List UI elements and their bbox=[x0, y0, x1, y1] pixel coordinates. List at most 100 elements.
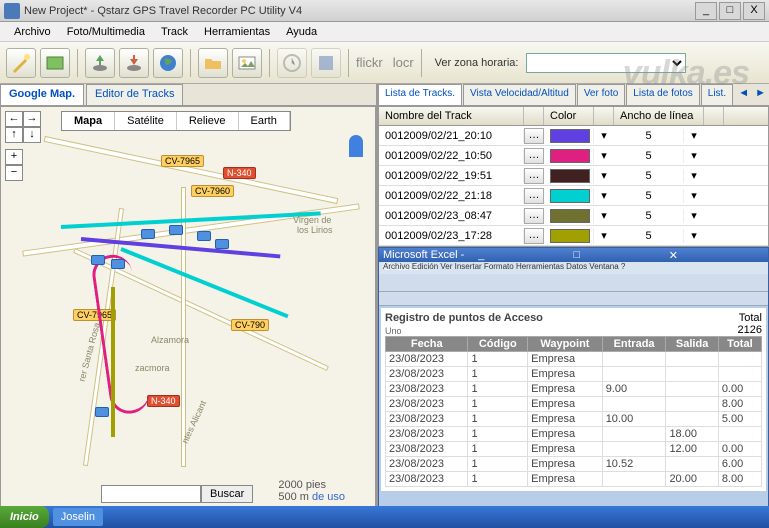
tab-scroll-right[interactable]: ► bbox=[752, 84, 769, 105]
excel-min-icon[interactable]: _ bbox=[478, 249, 573, 261]
tool-map-icon[interactable] bbox=[40, 48, 70, 78]
map-area[interactable]: CV-7965 CV-7965 CV-7960 N-340 N-340 CV-7… bbox=[0, 106, 376, 508]
table-row[interactable]: 0012009/02/23_08:47 … ▾ 5 ▾ bbox=[379, 206, 768, 226]
locr-link[interactable]: locr bbox=[393, 55, 414, 70]
track-options-button[interactable]: … bbox=[524, 208, 544, 224]
color-dropdown[interactable]: ▾ bbox=[594, 129, 614, 142]
tool-save-icon[interactable] bbox=[311, 48, 341, 78]
table-row[interactable]: 0012009/02/23_17:28 … ▾ 5 ▾ bbox=[379, 226, 768, 246]
pan-right-button[interactable]: → bbox=[23, 111, 41, 127]
menu-ayuda[interactable]: Ayuda bbox=[278, 24, 325, 40]
excel-toolbar[interactable] bbox=[379, 274, 768, 292]
excel-col-header[interactable]: Waypoint bbox=[528, 337, 603, 352]
menu-archivo[interactable]: Archivo bbox=[6, 24, 59, 40]
tool-photo-icon[interactable] bbox=[232, 48, 262, 78]
table-row[interactable]: 0012009/02/22_10:50 … ▾ 5 ▾ bbox=[379, 146, 768, 166]
excel-row[interactable]: 23/08/20231Empresa10.526.00 bbox=[386, 457, 762, 472]
track-options-button[interactable]: … bbox=[524, 228, 544, 244]
width-dropdown[interactable]: ▾ bbox=[684, 229, 704, 242]
color-dropdown[interactable]: ▾ bbox=[594, 209, 614, 222]
color-swatch[interactable] bbox=[550, 209, 590, 223]
excel-col-header[interactable]: Total bbox=[718, 337, 761, 352]
excel-row[interactable]: 23/08/20231Empresa8.00 bbox=[386, 397, 762, 412]
pan-up-button[interactable]: ↑ bbox=[5, 127, 23, 143]
col-color[interactable]: Color bbox=[544, 107, 594, 125]
menu-herramientas[interactable]: Herramientas bbox=[196, 24, 278, 40]
color-swatch[interactable] bbox=[550, 149, 590, 163]
excel-row[interactable]: 23/08/20231Empresa20.008.00 bbox=[386, 472, 762, 487]
start-button[interactable]: Inicio bbox=[0, 506, 49, 528]
menu-track[interactable]: Track bbox=[153, 24, 196, 40]
excel-col-header[interactable]: Entrada bbox=[602, 337, 666, 352]
width-dropdown[interactable]: ▾ bbox=[684, 129, 704, 142]
maptype-earth[interactable]: Earth bbox=[239, 112, 290, 130]
timezone-select[interactable] bbox=[526, 53, 686, 73]
maximize-button[interactable]: □ bbox=[719, 2, 741, 20]
tool-download-icon[interactable] bbox=[85, 48, 115, 78]
color-swatch[interactable] bbox=[550, 189, 590, 203]
excel-close-icon[interactable]: ✕ bbox=[669, 249, 764, 261]
zoom-in-button[interactable]: + bbox=[5, 149, 23, 165]
map-search-button[interactable]: Buscar bbox=[201, 485, 253, 503]
map-marker-icon[interactable] bbox=[349, 135, 363, 157]
maptype-mapa[interactable]: Mapa bbox=[62, 112, 115, 130]
width-dropdown[interactable]: ▾ bbox=[684, 149, 704, 162]
excel-row[interactable]: 23/08/20231Empresa12.000.00 bbox=[386, 442, 762, 457]
color-swatch[interactable] bbox=[550, 129, 590, 143]
excel-max-icon[interactable]: □ bbox=[574, 249, 669, 261]
tab-vista-velocidad[interactable]: Vista Velocidad/Altitud bbox=[463, 84, 576, 105]
tab-ver-foto[interactable]: Ver foto bbox=[577, 84, 625, 105]
tab-google-map[interactable]: Google Map. bbox=[0, 84, 84, 105]
color-swatch[interactable] bbox=[550, 229, 590, 243]
maptype-relieve[interactable]: Relieve bbox=[177, 112, 239, 130]
excel-menubar[interactable]: Archivo Edición Ver Insertar Formato Her… bbox=[379, 262, 768, 274]
excel-col-header[interactable]: Código bbox=[468, 337, 528, 352]
tool-folder-icon[interactable] bbox=[198, 48, 228, 78]
color-swatch[interactable] bbox=[550, 169, 590, 183]
color-dropdown[interactable]: ▾ bbox=[594, 229, 614, 242]
excel-col-header[interactable]: Fecha bbox=[386, 337, 468, 352]
tool-globe-icon[interactable] bbox=[153, 48, 183, 78]
tab-lista-fotos[interactable]: Lista de fotos bbox=[626, 84, 699, 105]
excel-row[interactable]: 23/08/20231Empresa18.00 bbox=[386, 427, 762, 442]
tab-list[interactable]: List. bbox=[701, 84, 733, 105]
color-dropdown[interactable]: ▾ bbox=[594, 189, 614, 202]
pan-down-button[interactable]: ↓ bbox=[23, 127, 41, 143]
color-dropdown[interactable]: ▾ bbox=[594, 149, 614, 162]
track-options-button[interactable]: … bbox=[524, 148, 544, 164]
excel-data-table[interactable]: FechaCódigoWaypointEntradaSalidaTotal 23… bbox=[385, 336, 762, 487]
excel-window[interactable]: Microsoft Excel - Uno.xls_ □ ✕ Archivo E… bbox=[378, 247, 769, 508]
excel-row[interactable]: 23/08/20231Empresa10.005.00 bbox=[386, 412, 762, 427]
col-nombre[interactable]: Nombre del Track bbox=[379, 107, 524, 125]
taskbar-item[interactable]: Joselin bbox=[53, 508, 103, 526]
width-dropdown[interactable]: ▾ bbox=[684, 169, 704, 182]
excel-toolbar-2[interactable] bbox=[379, 292, 768, 306]
track-options-button[interactable]: … bbox=[524, 128, 544, 144]
color-dropdown[interactable]: ▾ bbox=[594, 169, 614, 182]
excel-row[interactable]: 23/08/20231Empresa bbox=[386, 367, 762, 382]
map-search-input[interactable] bbox=[101, 485, 201, 503]
tab-scroll-left[interactable]: ◄ bbox=[735, 84, 752, 105]
tool-clock-icon[interactable] bbox=[277, 48, 307, 78]
maptype-satelite[interactable]: Satélite bbox=[115, 112, 177, 130]
excel-row[interactable]: 23/08/20231Empresa9.000.00 bbox=[386, 382, 762, 397]
tab-editor-tracks[interactable]: Editor de Tracks bbox=[86, 84, 183, 105]
tool-wizard-icon[interactable] bbox=[6, 48, 36, 78]
pan-left-button[interactable]: ← bbox=[5, 111, 23, 127]
zoom-out-button[interactable]: − bbox=[5, 165, 23, 181]
tab-lista-tracks[interactable]: Lista de Tracks. bbox=[378, 84, 462, 105]
flickr-link[interactable]: flickr bbox=[356, 55, 383, 70]
excel-col-header[interactable]: Salida bbox=[666, 337, 718, 352]
excel-row[interactable]: 23/08/20231Empresa bbox=[386, 352, 762, 367]
track-options-button[interactable]: … bbox=[524, 188, 544, 204]
width-dropdown[interactable]: ▾ bbox=[684, 189, 704, 202]
table-row[interactable]: 0012009/02/21_20:10 … ▾ 5 ▾ bbox=[379, 126, 768, 146]
close-button[interactable]: X bbox=[743, 2, 765, 20]
width-dropdown[interactable]: ▾ bbox=[684, 209, 704, 222]
tool-upload-icon[interactable] bbox=[119, 48, 149, 78]
track-options-button[interactable]: … bbox=[524, 168, 544, 184]
col-ancho[interactable]: Ancho de línea bbox=[614, 107, 704, 125]
table-row[interactable]: 0012009/02/22_21:18 … ▾ 5 ▾ bbox=[379, 186, 768, 206]
table-row[interactable]: 0012009/02/22_19:51 … ▾ 5 ▾ bbox=[379, 166, 768, 186]
minimize-button[interactable]: _ bbox=[695, 2, 717, 20]
